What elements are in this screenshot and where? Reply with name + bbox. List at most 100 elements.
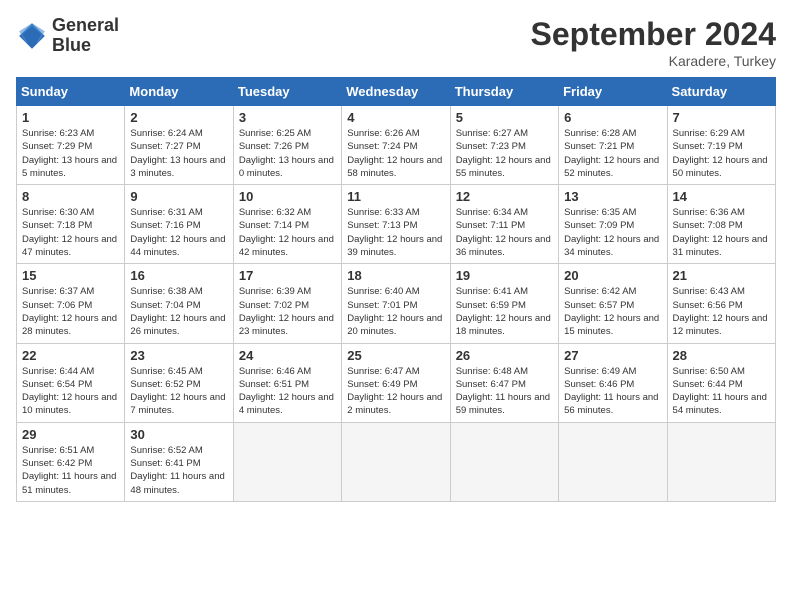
day-info: Sunrise: 6:41 AMSunset: 6:59 PMDaylight:…	[456, 285, 553, 338]
day-info: Sunrise: 6:30 AMSunset: 7:18 PMDaylight:…	[22, 206, 119, 259]
table-row: 28 Sunrise: 6:50 AMSunset: 6:44 PMDaylig…	[667, 343, 775, 422]
day-info: Sunrise: 6:52 AMSunset: 6:41 PMDaylight:…	[130, 444, 227, 497]
day-number: 28	[673, 348, 770, 363]
day-number: 5	[456, 110, 553, 125]
table-row	[667, 422, 775, 501]
day-info: Sunrise: 6:51 AMSunset: 6:42 PMDaylight:…	[22, 444, 119, 497]
table-row: 4 Sunrise: 6:26 AMSunset: 7:24 PMDayligh…	[342, 106, 450, 185]
day-number: 24	[239, 348, 336, 363]
day-info: Sunrise: 6:33 AMSunset: 7:13 PMDaylight:…	[347, 206, 444, 259]
col-thursday: Thursday	[450, 78, 558, 106]
day-info: Sunrise: 6:46 AMSunset: 6:51 PMDaylight:…	[239, 365, 336, 418]
day-number: 14	[673, 189, 770, 204]
day-number: 20	[564, 268, 661, 283]
table-row: 14 Sunrise: 6:36 AMSunset: 7:08 PMDaylig…	[667, 185, 775, 264]
day-number: 23	[130, 348, 227, 363]
day-number: 22	[22, 348, 119, 363]
table-row: 8 Sunrise: 6:30 AMSunset: 7:18 PMDayligh…	[17, 185, 125, 264]
table-row: 30 Sunrise: 6:52 AMSunset: 6:41 PMDaylig…	[125, 422, 233, 501]
table-row: 2 Sunrise: 6:24 AMSunset: 7:27 PMDayligh…	[125, 106, 233, 185]
table-row: 6 Sunrise: 6:28 AMSunset: 7:21 PMDayligh…	[559, 106, 667, 185]
col-saturday: Saturday	[667, 78, 775, 106]
table-row: 13 Sunrise: 6:35 AMSunset: 7:09 PMDaylig…	[559, 185, 667, 264]
day-number: 15	[22, 268, 119, 283]
page-header: General Blue September 2024 Karadere, Tu…	[16, 16, 776, 69]
day-number: 17	[239, 268, 336, 283]
day-number: 13	[564, 189, 661, 204]
day-info: Sunrise: 6:43 AMSunset: 6:56 PMDaylight:…	[673, 285, 770, 338]
day-info: Sunrise: 6:31 AMSunset: 7:16 PMDaylight:…	[130, 206, 227, 259]
day-info: Sunrise: 6:26 AMSunset: 7:24 PMDaylight:…	[347, 127, 444, 180]
month-title: September 2024	[531, 16, 776, 53]
day-info: Sunrise: 6:47 AMSunset: 6:49 PMDaylight:…	[347, 365, 444, 418]
table-row: 20 Sunrise: 6:42 AMSunset: 6:57 PMDaylig…	[559, 264, 667, 343]
day-info: Sunrise: 6:45 AMSunset: 6:52 PMDaylight:…	[130, 365, 227, 418]
day-info: Sunrise: 6:44 AMSunset: 6:54 PMDaylight:…	[22, 365, 119, 418]
table-row: 5 Sunrise: 6:27 AMSunset: 7:23 PMDayligh…	[450, 106, 558, 185]
table-row: 10 Sunrise: 6:32 AMSunset: 7:14 PMDaylig…	[233, 185, 341, 264]
table-row: 18 Sunrise: 6:40 AMSunset: 7:01 PMDaylig…	[342, 264, 450, 343]
day-info: Sunrise: 6:28 AMSunset: 7:21 PMDaylight:…	[564, 127, 661, 180]
table-row: 11 Sunrise: 6:33 AMSunset: 7:13 PMDaylig…	[342, 185, 450, 264]
day-info: Sunrise: 6:39 AMSunset: 7:02 PMDaylight:…	[239, 285, 336, 338]
day-info: Sunrise: 6:42 AMSunset: 6:57 PMDaylight:…	[564, 285, 661, 338]
table-row: 3 Sunrise: 6:25 AMSunset: 7:26 PMDayligh…	[233, 106, 341, 185]
day-number: 11	[347, 189, 444, 204]
calendar-body: 1 Sunrise: 6:23 AMSunset: 7:29 PMDayligh…	[17, 106, 776, 502]
day-number: 27	[564, 348, 661, 363]
day-number: 8	[22, 189, 119, 204]
table-row: 16 Sunrise: 6:38 AMSunset: 7:04 PMDaylig…	[125, 264, 233, 343]
day-info: Sunrise: 6:25 AMSunset: 7:26 PMDaylight:…	[239, 127, 336, 180]
table-row: 15 Sunrise: 6:37 AMSunset: 7:06 PMDaylig…	[17, 264, 125, 343]
logo-icon	[16, 20, 48, 52]
day-info: Sunrise: 6:24 AMSunset: 7:27 PMDaylight:…	[130, 127, 227, 180]
table-row	[559, 422, 667, 501]
table-row: 26 Sunrise: 6:48 AMSunset: 6:47 PMDaylig…	[450, 343, 558, 422]
day-number: 6	[564, 110, 661, 125]
table-row: 24 Sunrise: 6:46 AMSunset: 6:51 PMDaylig…	[233, 343, 341, 422]
table-row: 23 Sunrise: 6:45 AMSunset: 6:52 PMDaylig…	[125, 343, 233, 422]
day-number: 9	[130, 189, 227, 204]
day-number: 10	[239, 189, 336, 204]
day-number: 2	[130, 110, 227, 125]
calendar-week-row: 15 Sunrise: 6:37 AMSunset: 7:06 PMDaylig…	[17, 264, 776, 343]
day-number: 1	[22, 110, 119, 125]
day-info: Sunrise: 6:27 AMSunset: 7:23 PMDaylight:…	[456, 127, 553, 180]
table-row: 1 Sunrise: 6:23 AMSunset: 7:29 PMDayligh…	[17, 106, 125, 185]
table-row	[450, 422, 558, 501]
col-monday: Monday	[125, 78, 233, 106]
day-info: Sunrise: 6:40 AMSunset: 7:01 PMDaylight:…	[347, 285, 444, 338]
table-row: 9 Sunrise: 6:31 AMSunset: 7:16 PMDayligh…	[125, 185, 233, 264]
day-number: 12	[456, 189, 553, 204]
day-number: 18	[347, 268, 444, 283]
col-tuesday: Tuesday	[233, 78, 341, 106]
table-row	[233, 422, 341, 501]
table-row: 27 Sunrise: 6:49 AMSunset: 6:46 PMDaylig…	[559, 343, 667, 422]
day-info: Sunrise: 6:36 AMSunset: 7:08 PMDaylight:…	[673, 206, 770, 259]
day-info: Sunrise: 6:37 AMSunset: 7:06 PMDaylight:…	[22, 285, 119, 338]
col-friday: Friday	[559, 78, 667, 106]
table-row: 19 Sunrise: 6:41 AMSunset: 6:59 PMDaylig…	[450, 264, 558, 343]
day-number: 29	[22, 427, 119, 442]
table-row: 7 Sunrise: 6:29 AMSunset: 7:19 PMDayligh…	[667, 106, 775, 185]
table-row: 17 Sunrise: 6:39 AMSunset: 7:02 PMDaylig…	[233, 264, 341, 343]
day-number: 16	[130, 268, 227, 283]
table-row: 21 Sunrise: 6:43 AMSunset: 6:56 PMDaylig…	[667, 264, 775, 343]
logo: General Blue	[16, 16, 119, 56]
day-info: Sunrise: 6:29 AMSunset: 7:19 PMDaylight:…	[673, 127, 770, 180]
col-wednesday: Wednesday	[342, 78, 450, 106]
day-info: Sunrise: 6:38 AMSunset: 7:04 PMDaylight:…	[130, 285, 227, 338]
day-number: 26	[456, 348, 553, 363]
day-info: Sunrise: 6:32 AMSunset: 7:14 PMDaylight:…	[239, 206, 336, 259]
day-info: Sunrise: 6:49 AMSunset: 6:46 PMDaylight:…	[564, 365, 661, 418]
table-row: 29 Sunrise: 6:51 AMSunset: 6:42 PMDaylig…	[17, 422, 125, 501]
calendar-table: Sunday Monday Tuesday Wednesday Thursday…	[16, 77, 776, 502]
calendar-week-row: 29 Sunrise: 6:51 AMSunset: 6:42 PMDaylig…	[17, 422, 776, 501]
calendar-week-row: 22 Sunrise: 6:44 AMSunset: 6:54 PMDaylig…	[17, 343, 776, 422]
day-info: Sunrise: 6:48 AMSunset: 6:47 PMDaylight:…	[456, 365, 553, 418]
calendar-header-row: Sunday Monday Tuesday Wednesday Thursday…	[17, 78, 776, 106]
title-block: September 2024 Karadere, Turkey	[531, 16, 776, 69]
col-sunday: Sunday	[17, 78, 125, 106]
table-row: 12 Sunrise: 6:34 AMSunset: 7:11 PMDaylig…	[450, 185, 558, 264]
table-row: 25 Sunrise: 6:47 AMSunset: 6:49 PMDaylig…	[342, 343, 450, 422]
